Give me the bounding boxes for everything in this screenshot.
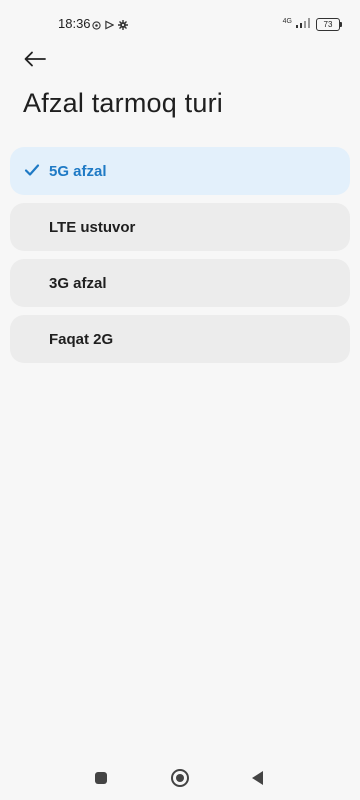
signal-icon [296,15,312,33]
back-triangle-icon[interactable] [252,771,263,785]
home-icon[interactable] [171,769,189,787]
network-type-label: 4G [282,17,292,25]
status-icons-left [92,17,128,35]
play-icon [105,17,115,35]
screen: 18:36 4G 73 Afzal tarmoq turi 5G afzal L… [0,0,360,800]
option-label: 5G afzal [49,162,107,180]
status-time: 18:36 [58,16,91,31]
option-label: 3G afzal [49,274,107,292]
gear-icon [118,17,128,35]
page-title: Afzal tarmoq turi [23,88,223,118]
back-button[interactable] [20,46,50,72]
option-2g-only[interactable]: Faqat 2G [10,315,350,363]
status-bar: 18:36 4G 73 [0,0,360,44]
check-icon [24,164,40,176]
option-5g-preferred[interactable]: 5G afzal [10,147,350,195]
arrow-left-icon [24,51,46,67]
option-label: LTE ustuvor [49,218,136,236]
network-type-options: 5G afzal LTE ustuvor 3G afzal Faqat 2G [10,147,350,371]
vpn-icon [92,17,101,35]
option-lte-priority[interactable]: LTE ustuvor [10,203,350,251]
option-label: Faqat 2G [49,330,114,348]
option-3g-preferred[interactable]: 3G afzal [10,259,350,307]
recent-apps-icon[interactable] [95,772,107,784]
status-icons-right: 4G 73 [282,15,342,33]
navigation-bar [0,756,360,800]
battery-icon: 73 [316,17,342,31]
